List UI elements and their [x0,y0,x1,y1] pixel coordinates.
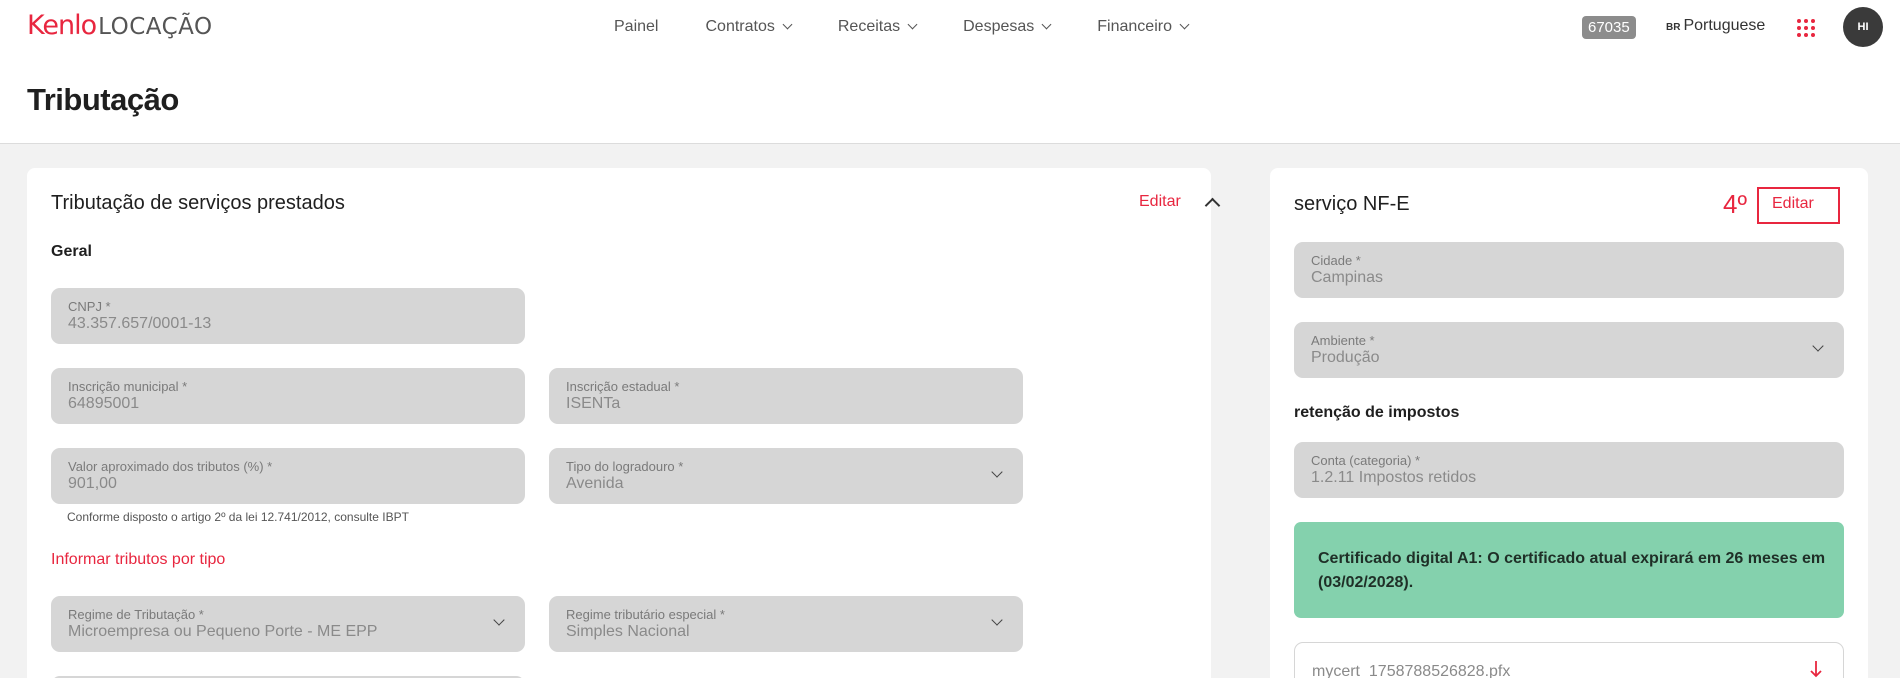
nav-financeiro-label: Financeiro [1097,18,1172,35]
brazil-flag-icon: BR [1666,22,1681,33]
field-label: Inscrição estadual * [566,379,680,394]
field-label: Cidade * [1311,253,1361,268]
nav-despesas[interactable]: Despesas [963,18,1052,36]
cnpj-field[interactable]: CNPJ * 43.357.657/0001-13 [51,288,525,344]
field-value: 901,00 [68,475,117,492]
title-band: Tributação [0,54,1900,144]
field-value: Microempresa ou Pequeno Porte - ME EPP [68,623,378,640]
download-icon[interactable] [1809,659,1823,678]
field-value: Produção [1311,349,1380,366]
top-navbar: Kenlo LOCAÇÃO Painel Contratos Receitas … [0,0,1900,54]
field-value: Avenida [566,475,624,492]
field-label: Conta (categoria) * [1311,453,1421,468]
valor-tributos-field[interactable]: Valor aproximado dos tributos (%) * 901,… [51,448,525,504]
ambiente-select[interactable]: Ambiente * Produção [1294,322,1844,378]
kenlo-logo[interactable]: Kenlo LOCAÇÃO [27,10,213,41]
cidade-field[interactable]: Cidade * Campinas [1294,242,1844,298]
section-retencao: retenção de impostos [1294,404,1460,421]
nav-despesas-label: Despesas [963,18,1035,35]
language-label: Portuguese [1683,17,1766,34]
alert-text: Certificado digital A1: O certificado at… [1318,550,1826,591]
edit-button[interactable]: Editar [1139,193,1181,211]
field-label: Regime tributário especial * [566,607,725,622]
services-taxation-card: Tributação de serviços prestados Editar … [27,168,1221,678]
chevron-down-icon [1179,19,1190,30]
logo-brand: Kenlo [27,10,97,41]
nav-painel-label: Painel [614,18,659,35]
apps-grid-icon[interactable] [1797,19,1815,37]
inscricao-municipal-field[interactable]: Inscrição municipal * 64895001 [51,368,525,424]
tipo-logradouro-select[interactable]: Tipo do logradouro * Avenida [549,448,1023,504]
chevron-down-icon [1812,340,1824,352]
language-selector[interactable]: BR Portuguese [1666,17,1765,35]
certificate-alert: Certificado digital A1: O certificado at… [1294,522,1844,618]
section-geral: Geral [51,243,92,260]
chevron-down-icon [991,466,1003,478]
nfe-service-card: serviço NF-E Editar Cidade * Campinas Am… [1270,168,1868,678]
highlight-box [1757,187,1840,224]
chevron-down-icon [1041,19,1052,30]
conta-categoria-field[interactable]: Conta (categoria) * 1.2.11 Impostos reti… [1294,442,1844,498]
field-value: ISENTa [566,395,621,412]
field-value: 64895001 [68,395,140,412]
ibpt-hint: Conforme disposto o artigo 2º da lei 12.… [67,510,409,524]
card-title: Tributação de serviços prestados [51,192,345,214]
field-label: Regime de Tributação * [68,607,204,622]
logo-sub: LOCAÇÃO [98,14,213,40]
field-label: CNPJ * [68,299,111,314]
main-nav: Painel Contratos Receitas Despesas Finan… [614,0,1235,54]
nav-contratos[interactable]: Contratos [705,18,793,36]
step-annotation: 4º [1723,189,1747,219]
chevron-down-icon [493,614,505,626]
nav-receitas[interactable]: Receitas [837,18,918,36]
chevron-down-icon [907,19,918,30]
chevron-down-icon [782,19,793,30]
field-label: Ambiente * [1311,333,1375,348]
field-label: Inscrição municipal * [68,379,188,394]
user-avatar[interactable]: HI [1843,7,1883,47]
certificate-file-name: mycert_1758788526828.pfx [1312,663,1511,678]
field-value: Campinas [1311,269,1384,286]
field-label: Valor aproximado dos tributos (%) * [68,459,273,474]
regime-tributacao-select[interactable]: Regime de Tributação * Microempresa ou P… [51,596,525,652]
regime-especial-select[interactable]: Regime tributário especial * Simples Nac… [549,596,1023,652]
inscricao-estadual-field[interactable]: Inscrição estadual * ISENTa [549,368,1023,424]
field-label: Tipo do logradouro * [566,459,684,474]
chevron-down-icon [991,614,1003,626]
card-title: serviço NF-E [1294,193,1410,215]
informar-tributos-link[interactable]: Informar tributos por tipo [51,551,225,569]
account-code-badge: 67035 [1582,16,1636,39]
field-value: Simples Nacional [566,623,690,640]
nav-contratos-label: Contratos [705,18,775,35]
field-value: 1.2.11 Impostos retidos [1311,469,1477,486]
field-value: 43.357.657/0001-13 [68,315,212,332]
nav-painel[interactable]: Painel [614,18,658,36]
certificate-file-field[interactable]: mycert_1758788526828.pfx [1294,642,1844,678]
nav-financeiro[interactable]: Financeiro [1097,18,1190,36]
page-title: Tributação [27,82,179,117]
chevron-up-icon[interactable] [1204,197,1221,214]
nav-receitas-label: Receitas [837,18,901,35]
